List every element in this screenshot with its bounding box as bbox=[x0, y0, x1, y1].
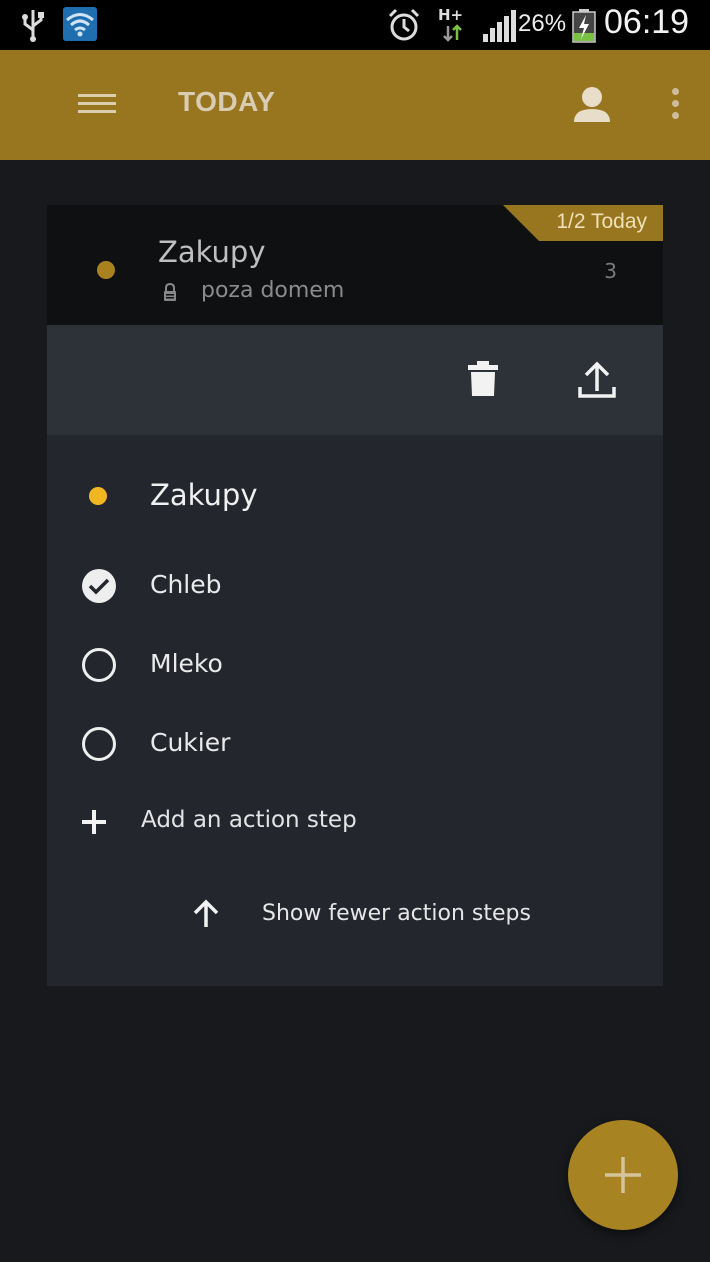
task-action-bar bbox=[47, 325, 663, 435]
data-arrows-icon bbox=[443, 24, 462, 42]
status-bar: H+ 26% 06:19 bbox=[0, 0, 710, 50]
add-task-fab[interactable] bbox=[568, 1120, 678, 1230]
action-step-row[interactable]: Cukier bbox=[47, 714, 663, 774]
clock: 06:19 bbox=[604, 3, 690, 41]
add-action-step-button[interactable]: Add an action step bbox=[47, 793, 663, 853]
checked-circle-icon[interactable] bbox=[81, 568, 117, 604]
unchecked-circle-icon[interactable] bbox=[81, 726, 117, 762]
action-step-label: Mleko bbox=[150, 649, 223, 678]
alarm-icon bbox=[388, 8, 420, 41]
ribbon-label: 1/2 Today bbox=[556, 210, 647, 233]
today-ribbon: 1/2 Today bbox=[503, 205, 663, 241]
page-title: TODAY bbox=[178, 86, 276, 117]
unchecked-circle-icon[interactable] bbox=[81, 647, 117, 683]
signal-icon bbox=[483, 10, 516, 42]
battery-charging-icon bbox=[572, 9, 596, 43]
share-upload-icon[interactable] bbox=[577, 361, 617, 399]
action-step-label: Cukier bbox=[150, 728, 231, 757]
action-step-label: Chleb bbox=[150, 570, 222, 599]
trash-icon[interactable] bbox=[467, 361, 499, 397]
task-context: poza domem bbox=[201, 278, 345, 303]
task-title: Zakupy bbox=[158, 235, 266, 269]
overflow-menu-icon[interactable] bbox=[670, 88, 680, 124]
show-fewer-steps-button[interactable]: Show fewer action steps bbox=[177, 885, 557, 945]
app-bar: TODAY bbox=[0, 50, 710, 160]
show-fewer-steps-label: Show fewer action steps bbox=[262, 901, 531, 926]
action-step-row[interactable]: Chleb bbox=[47, 556, 663, 616]
battery-percent: 26% bbox=[518, 10, 567, 37]
network-type-label: H+ bbox=[438, 6, 464, 24]
plus-icon bbox=[82, 810, 106, 834]
expanded-task-title: Zakupy bbox=[150, 478, 258, 512]
task-color-dot-expanded bbox=[89, 487, 107, 505]
arrow-up-icon bbox=[193, 899, 219, 927]
menu-icon[interactable] bbox=[78, 94, 116, 116]
account-icon[interactable] bbox=[572, 84, 612, 124]
action-step-row[interactable]: Mleko bbox=[47, 635, 663, 695]
lock-icon bbox=[164, 283, 176, 301]
task-card[interactable]: 1/2 Today Zakupy poza domem 3 bbox=[47, 205, 663, 325]
wifi-icon bbox=[63, 7, 97, 41]
action-steps-panel: Zakupy Chleb Mleko Cukier Add an action … bbox=[47, 435, 663, 986]
task-color-dot bbox=[97, 261, 115, 279]
usb-icon bbox=[22, 10, 44, 42]
plus-icon bbox=[605, 1157, 641, 1193]
add-action-step-label: Add an action step bbox=[141, 807, 357, 833]
step-count: 3 bbox=[604, 259, 617, 283]
